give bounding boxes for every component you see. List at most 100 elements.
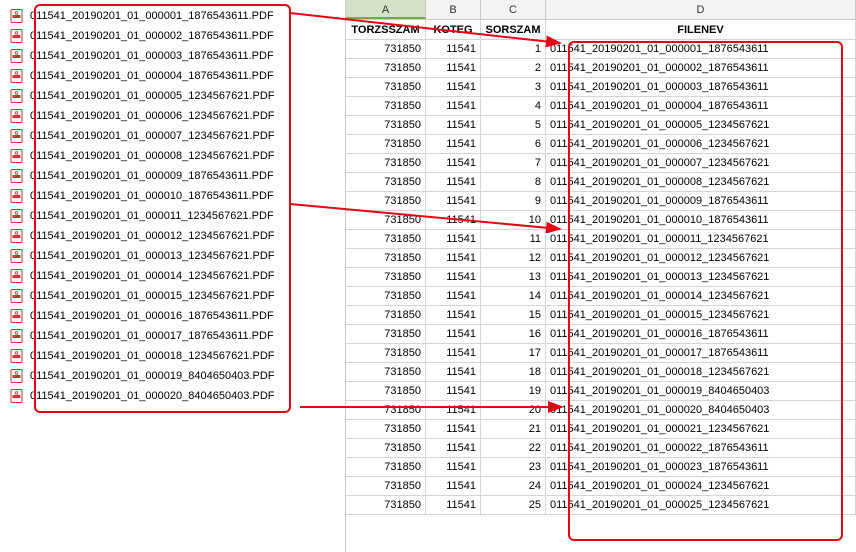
cell-b[interactable]: 11541 <box>426 249 481 267</box>
cell-c[interactable]: 24 <box>481 477 546 495</box>
cell-b[interactable]: 11541 <box>426 78 481 96</box>
cell-b[interactable]: 11541 <box>426 59 481 77</box>
column-header-a[interactable]: A <box>346 0 426 19</box>
file-item[interactable]: 011541_20190201_01_000013_1234567621.PDF <box>10 246 345 266</box>
file-item[interactable]: 011541_20190201_01_000020_8404650403.PDF <box>10 386 345 406</box>
cell-b[interactable]: 11541 <box>426 496 481 514</box>
cell-c[interactable]: 18 <box>481 363 546 381</box>
cell-a[interactable]: 731850 <box>346 192 426 210</box>
cell-c[interactable]: 11 <box>481 230 546 248</box>
cell-c[interactable]: 1 <box>481 40 546 58</box>
cell-a[interactable]: 731850 <box>346 268 426 286</box>
table-row[interactable]: 7318501154117011541_20190201_01_000017_1… <box>346 344 856 363</box>
column-header-d[interactable]: D <box>546 0 856 19</box>
cell-d[interactable]: 011541_20190201_01_000013_1234567621 <box>546 268 856 286</box>
cell-c[interactable]: 14 <box>481 287 546 305</box>
table-row[interactable]: 7318501154121011541_20190201_01_000021_1… <box>346 420 856 439</box>
cell-a[interactable]: 731850 <box>346 306 426 324</box>
cell-a[interactable]: 731850 <box>346 116 426 134</box>
cell-c[interactable]: 21 <box>481 420 546 438</box>
cell-d[interactable]: 011541_20190201_01_000001_1876543611 <box>546 40 856 58</box>
cell-c[interactable]: 2 <box>481 59 546 77</box>
cell-b[interactable]: 11541 <box>426 344 481 362</box>
cell-b[interactable]: 11541 <box>426 325 481 343</box>
table-row[interactable]: 7318501154122011541_20190201_01_000022_1… <box>346 439 856 458</box>
table-row[interactable]: 731850115415011541_20190201_01_000005_12… <box>346 116 856 135</box>
table-row[interactable]: 731850115419011541_20190201_01_000009_18… <box>346 192 856 211</box>
table-row[interactable]: 731850115412011541_20190201_01_000002_18… <box>346 59 856 78</box>
table-row[interactable]: 7318501154124011541_20190201_01_000024_1… <box>346 477 856 496</box>
table-row[interactable]: 731850115411011541_20190201_01_000001_18… <box>346 40 856 59</box>
cell-c[interactable]: 20 <box>481 401 546 419</box>
file-item[interactable]: 011541_20190201_01_000011_1234567621.PDF <box>10 206 345 226</box>
cell-d[interactable]: 011541_20190201_01_000004_1876543611 <box>546 97 856 115</box>
cell-b[interactable]: 11541 <box>426 420 481 438</box>
cell-c[interactable]: 17 <box>481 344 546 362</box>
cell-c[interactable]: 16 <box>481 325 546 343</box>
cell-c[interactable]: 12 <box>481 249 546 267</box>
cell-a[interactable]: 731850 <box>346 439 426 457</box>
header-filenev[interactable]: FILENEV <box>546 20 856 39</box>
cell-a[interactable]: 731850 <box>346 420 426 438</box>
header-sorszam[interactable]: SORSZAM <box>481 20 546 39</box>
cell-c[interactable]: 7 <box>481 154 546 172</box>
cell-c[interactable]: 23 <box>481 458 546 476</box>
cell-b[interactable]: 11541 <box>426 211 481 229</box>
cell-d[interactable]: 011541_20190201_01_000020_8404650403 <box>546 401 856 419</box>
column-header-b[interactable]: B <box>426 0 481 19</box>
table-row[interactable]: 7318501154123011541_20190201_01_000023_1… <box>346 458 856 477</box>
table-row[interactable]: 731850115417011541_20190201_01_000007_12… <box>346 154 856 173</box>
table-row[interactable]: 7318501154118011541_20190201_01_000018_1… <box>346 363 856 382</box>
cell-c[interactable]: 10 <box>481 211 546 229</box>
cell-c[interactable]: 25 <box>481 496 546 514</box>
cell-d[interactable]: 011541_20190201_01_000016_1876543611 <box>546 325 856 343</box>
cell-c[interactable]: 15 <box>481 306 546 324</box>
cell-a[interactable]: 731850 <box>346 135 426 153</box>
cell-a[interactable]: 731850 <box>346 287 426 305</box>
cell-c[interactable]: 9 <box>481 192 546 210</box>
file-item[interactable]: 011541_20190201_01_000006_1234567621.PDF <box>10 106 345 126</box>
cell-b[interactable]: 11541 <box>426 363 481 381</box>
file-item[interactable]: 011541_20190201_01_000014_1234567621.PDF <box>10 266 345 286</box>
cell-c[interactable]: 8 <box>481 173 546 191</box>
cell-a[interactable]: 731850 <box>346 173 426 191</box>
table-row[interactable]: 7318501154111011541_20190201_01_000011_1… <box>346 230 856 249</box>
cell-b[interactable]: 11541 <box>426 116 481 134</box>
cell-b[interactable]: 11541 <box>426 458 481 476</box>
cell-b[interactable]: 11541 <box>426 154 481 172</box>
cell-d[interactable]: 011541_20190201_01_000015_1234567621 <box>546 306 856 324</box>
cell-d[interactable]: 011541_20190201_01_000002_1876543611 <box>546 59 856 77</box>
cell-a[interactable]: 731850 <box>346 211 426 229</box>
table-row[interactable]: 7318501154112011541_20190201_01_000012_1… <box>346 249 856 268</box>
file-item[interactable]: 011541_20190201_01_000016_1876543611.PDF <box>10 306 345 326</box>
cell-d[interactable]: 011541_20190201_01_000023_1876543611 <box>546 458 856 476</box>
table-row[interactable]: 7318501154110011541_20190201_01_000010_1… <box>346 211 856 230</box>
table-row[interactable]: 731850115418011541_20190201_01_000008_12… <box>346 173 856 192</box>
file-item[interactable]: 011541_20190201_01_000004_1876543611.PDF <box>10 66 345 86</box>
cell-b[interactable]: 11541 <box>426 40 481 58</box>
cell-c[interactable]: 22 <box>481 439 546 457</box>
cell-b[interactable]: 11541 <box>426 306 481 324</box>
cell-c[interactable]: 13 <box>481 268 546 286</box>
table-row[interactable]: 7318501154120011541_20190201_01_000020_8… <box>346 401 856 420</box>
cell-b[interactable]: 11541 <box>426 135 481 153</box>
cell-a[interactable]: 731850 <box>346 78 426 96</box>
cell-c[interactable]: 5 <box>481 116 546 134</box>
cell-d[interactable]: 011541_20190201_01_000017_1876543611 <box>546 344 856 362</box>
cell-b[interactable]: 11541 <box>426 477 481 495</box>
table-row[interactable]: 7318501154119011541_20190201_01_000019_8… <box>346 382 856 401</box>
cell-a[interactable]: 731850 <box>346 496 426 514</box>
cell-a[interactable]: 731850 <box>346 458 426 476</box>
cell-d[interactable]: 011541_20190201_01_000009_1876543611 <box>546 192 856 210</box>
cell-a[interactable]: 731850 <box>346 325 426 343</box>
file-item[interactable]: 011541_20190201_01_000018_1234567621.PDF <box>10 346 345 366</box>
table-row[interactable]: 731850115414011541_20190201_01_000004_18… <box>346 97 856 116</box>
cell-b[interactable]: 11541 <box>426 382 481 400</box>
cell-d[interactable]: 011541_20190201_01_000025_1234567621 <box>546 496 856 514</box>
cell-d[interactable]: 011541_20190201_01_000021_1234567621 <box>546 420 856 438</box>
cell-d[interactable]: 011541_20190201_01_000003_1876543611 <box>546 78 856 96</box>
cell-d[interactable]: 011541_20190201_01_000006_1234567621 <box>546 135 856 153</box>
cell-a[interactable]: 731850 <box>346 59 426 77</box>
file-item[interactable]: 011541_20190201_01_000015_1234567621.PDF <box>10 286 345 306</box>
cell-b[interactable]: 11541 <box>426 439 481 457</box>
